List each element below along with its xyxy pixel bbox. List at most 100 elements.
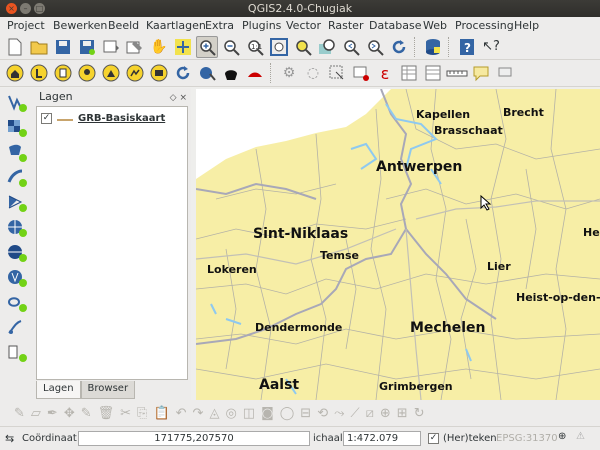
zoom-in-icon[interactable]	[196, 35, 218, 58]
zoom-next-icon[interactable]	[364, 36, 386, 58]
messages-icon[interactable]: ⚠	[576, 430, 585, 444]
measure-line-icon[interactable]	[398, 62, 420, 84]
menu-kaartlagen[interactable]: Kaartlagen	[144, 18, 208, 33]
menu-help[interactable]: Help	[512, 18, 541, 33]
layer-item[interactable]: ✓ GRB-Basiskaart	[41, 110, 165, 126]
save-edits-icon[interactable]: ▱	[31, 406, 41, 421]
merge-attributes-icon[interactable]: ⊞	[397, 406, 408, 421]
menu-extra[interactable]: Extra	[203, 18, 236, 33]
highlight-icon[interactable]	[100, 62, 122, 84]
pin-icon[interactable]	[76, 62, 98, 84]
expression-icon[interactable]	[326, 62, 348, 84]
add-mssql-layer-icon[interactable]	[5, 192, 29, 214]
add-vector-layer-icon[interactable]	[5, 92, 29, 114]
add-gpx-icon[interactable]	[5, 342, 29, 364]
add-feature-icon[interactable]: ✒	[47, 406, 58, 421]
menu-database[interactable]: Database	[367, 18, 424, 33]
refresh-icon[interactable]	[388, 36, 410, 58]
layer-name[interactable]: GRB-Basiskaart	[78, 113, 165, 124]
zoom-actual-icon[interactable]: 1:1	[244, 36, 266, 58]
print-composer-icon[interactable]	[100, 36, 122, 58]
add-delimited-text-icon[interactable]	[5, 292, 29, 314]
add-ring-icon[interactable]: ◎	[225, 406, 236, 421]
map-canvas[interactable]: Kapellen Brecht Brasschaat Antwerpen Sin…	[196, 89, 600, 400]
copy-features-icon[interactable]: ⎘	[137, 406, 147, 421]
move-feature-icon[interactable]: ✥	[64, 406, 75, 421]
zoom-full-icon[interactable]	[268, 36, 290, 58]
add-wfs-layer-icon[interactable]	[5, 267, 29, 289]
zoom-out-icon[interactable]	[220, 36, 242, 58]
coordinate-field[interactable]: 171775,207570	[78, 431, 310, 446]
add-wcs-layer-icon[interactable]	[5, 242, 29, 264]
field-calculator-icon[interactable]: ε	[374, 62, 396, 84]
node-tool-icon[interactable]: ✎	[81, 406, 92, 421]
help-contents-icon[interactable]: ?	[456, 36, 478, 58]
add-wms-layer-icon[interactable]	[5, 217, 29, 239]
delete-selected-icon[interactable]: 🗑	[98, 406, 115, 421]
menu-bewerken[interactable]: Bewerken	[51, 18, 109, 33]
cut-features-icon[interactable]: ✂	[120, 406, 131, 421]
tab-lagen[interactable]: Lagen	[36, 381, 81, 399]
composer-manager-icon[interactable]	[124, 36, 146, 58]
reshape-icon[interactable]: ⟲	[317, 406, 328, 421]
menu-vector[interactable]: Vector	[284, 18, 323, 33]
field-calc-table-icon[interactable]	[422, 62, 444, 84]
label-icon[interactable]	[28, 62, 50, 84]
save-project-icon[interactable]	[52, 36, 74, 58]
new-project-icon[interactable]	[4, 36, 26, 58]
minimize-window-icon[interactable]: –	[20, 3, 31, 14]
offset-curve-icon[interactable]: ⤳	[334, 406, 344, 421]
split-features-icon[interactable]: ⟋	[351, 406, 360, 421]
zoom-last-icon[interactable]	[340, 36, 362, 58]
fill-ring-icon[interactable]: ◙	[261, 406, 274, 421]
undo-icon[interactable]: ↶	[176, 406, 187, 421]
rotate-symbols-icon[interactable]: ↻	[414, 406, 425, 421]
menu-raster[interactable]: Raster	[326, 18, 365, 33]
redo-icon[interactable]: ↷	[193, 406, 204, 421]
show-hide-labels-icon[interactable]	[148, 62, 170, 84]
menu-beeld[interactable]: Beeld	[106, 18, 141, 33]
more-annotation-icon[interactable]	[494, 62, 516, 84]
add-spatialite-layer-icon[interactable]	[5, 167, 29, 189]
add-raster-layer-icon[interactable]	[5, 117, 29, 139]
open-project-icon[interactable]	[28, 36, 50, 58]
home-icon[interactable]	[4, 62, 26, 84]
crs-icon[interactable]: ⊕	[558, 430, 566, 444]
simplify-icon[interactable]: ◬	[209, 406, 219, 421]
note-icon[interactable]	[52, 62, 74, 84]
scale-field[interactable]: 1:472.079	[343, 431, 421, 446]
rotate-label-icon[interactable]	[172, 62, 194, 84]
layer-visibility-checkbox[interactable]: ✓	[41, 112, 52, 124]
attribute-table-icon[interactable]	[350, 62, 372, 84]
zoom-to-layer-icon[interactable]	[316, 36, 338, 58]
add-postgis-layer-icon[interactable]	[5, 142, 29, 164]
ruler-icon[interactable]	[446, 62, 468, 84]
pan-to-selection-icon[interactable]	[172, 36, 194, 58]
float-panel-icon[interactable]: ◇	[170, 93, 177, 103]
merge-selected-icon[interactable]: ⊕	[380, 406, 391, 421]
deselect-icon[interactable]: ◌	[302, 62, 324, 84]
split-parts-icon[interactable]: ⧄	[366, 406, 374, 421]
add-part-icon[interactable]: ◫	[243, 406, 255, 421]
delete-part-icon[interactable]: ⊟	[300, 406, 311, 421]
maximize-window-icon[interactable]: □	[34, 3, 45, 14]
menu-processing[interactable]: Processing	[453, 18, 516, 33]
map-tips-icon[interactable]	[220, 62, 242, 84]
menu-project[interactable]: Project	[5, 18, 47, 33]
close-window-icon[interactable]: ×	[6, 3, 17, 14]
select-icon[interactable]: ⚙	[278, 62, 300, 84]
crs-status[interactable]: EPSG:31370	[496, 432, 558, 446]
tab-browser[interactable]: Browser	[80, 381, 136, 399]
menu-web[interactable]: Web	[421, 18, 449, 33]
new-shapefile-icon[interactable]	[5, 317, 29, 339]
menu-plugins[interactable]: Plugins	[240, 18, 283, 33]
coordinate-toggle-icon[interactable]: ⇆	[5, 432, 14, 446]
paste-features-icon[interactable]: 📋	[153, 406, 169, 421]
identify-icon[interactable]	[196, 62, 218, 84]
zoom-to-selection-icon[interactable]	[292, 36, 314, 58]
change-label-icon[interactable]	[124, 62, 146, 84]
measure-icon[interactable]	[244, 62, 266, 84]
render-checkbox[interactable]: ✓	[428, 433, 439, 444]
close-panel-icon[interactable]: ×	[179, 93, 187, 103]
db-manager-icon[interactable]	[422, 36, 444, 58]
